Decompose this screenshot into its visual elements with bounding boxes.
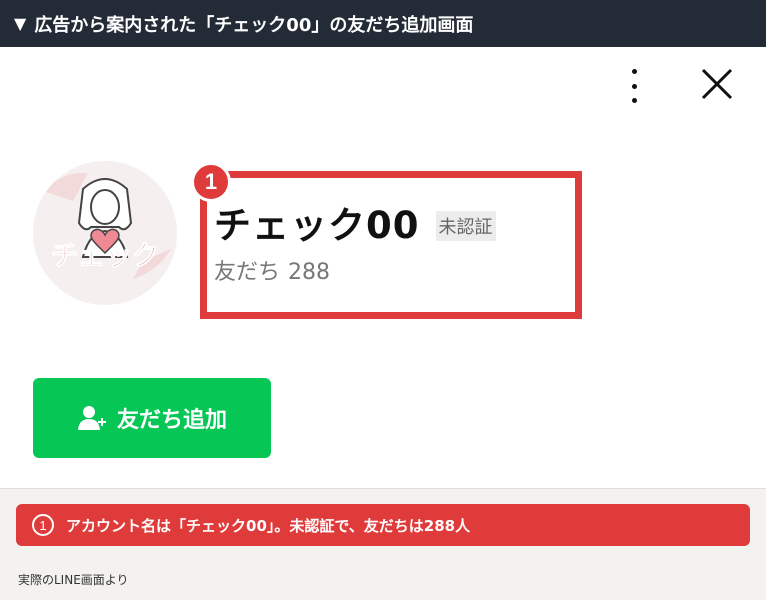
add-friend-button[interactable]: 友だち追加 [33,378,271,458]
friend-add-screen: チェック 1 チェック00 未認証 友だち 288 友だち追加 [0,47,766,488]
unverified-badge: 未認証 [435,211,496,241]
notice-number: 1 [32,514,54,536]
friends-count-row: 友だち 288 [214,254,330,286]
profile-name-row: チェック00 未認証 [214,195,496,249]
avatar-illustration: チェック [33,161,177,305]
header-bar: ▼ 広告から案内された「チェック00」の友だち追加画面 [0,0,766,47]
more-vert-icon[interactable] [620,67,648,105]
close-icon[interactable] [700,67,734,101]
avatar-text: チェック [51,241,159,272]
notice-banner: 1 アカウント名は「チェック00」。未認証で、友だちは288人 [16,504,750,546]
friends-count: 288 [288,260,331,285]
add-friend-icon [77,406,106,430]
header-title: 広告から案内された「チェック00」の友だち追加画面 [34,14,474,36]
caret-down-icon[interactable]: ▼ [14,14,26,33]
avatar: チェック [33,161,177,305]
notice-footer: 1 アカウント名は「チェック00」。未認証で、友だちは288人 実際のLINE画… [0,488,766,600]
account-name: チェック00 [214,204,420,247]
notice-text: アカウント名は「チェック00」。未認証で、友だちは288人 [66,516,471,535]
friends-label: 友だち [214,260,281,285]
add-friend-label: 友だち追加 [116,408,227,433]
source-caption: 実際のLINE画面より [18,573,129,587]
